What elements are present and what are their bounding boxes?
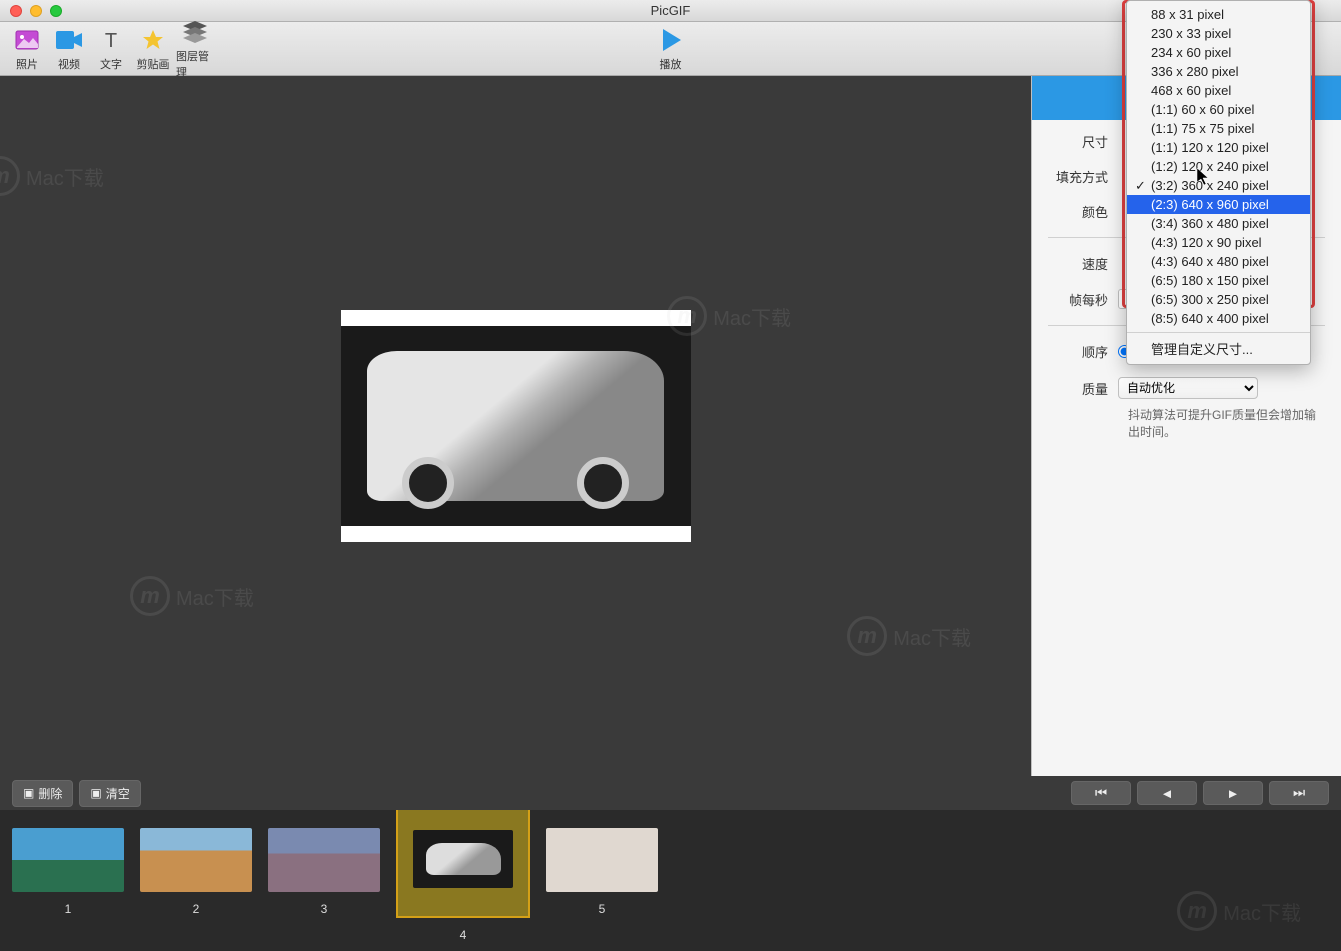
frame-number: 3 [321,902,328,916]
menu-item-size-4[interactable]: 468 x 60 pixel [1127,81,1310,100]
quality-select[interactable]: 自动优化 [1118,377,1258,399]
menu-item-size-16[interactable]: (8:5) 640 x 400 pixel [1127,309,1310,328]
clipart-label: 剪贴画 [137,56,170,72]
color-label: 颜色 [1048,202,1118,221]
thumbnail [546,828,658,892]
play-label: 播放 [660,56,682,72]
text-icon: T [97,26,125,54]
menu-item-size-7[interactable]: (1:1) 120 x 120 pixel [1127,138,1310,157]
menu-item-size-2[interactable]: 234 x 60 pixel [1127,43,1310,62]
arrow-right-icon: ► [1226,786,1239,801]
photo-label: 照片 [16,56,38,72]
frame-4-selected[interactable]: 4 [396,828,530,942]
image-content [367,351,665,501]
text-button[interactable]: T 文字 [92,18,130,80]
image-icon: ▣ [90,786,101,800]
menu-item-size-0[interactable]: 88 x 31 pixel [1127,5,1310,24]
frame-2[interactable]: 2 [140,828,252,916]
photo-icon [13,26,41,54]
first-frame-button[interactable]: ⏮ [1071,781,1131,805]
frame-number: 1 [65,902,72,916]
star-icon [139,26,167,54]
text-label: 文字 [100,56,122,72]
fill-label: 填充方式 [1048,167,1118,186]
watermark: mMac下载 [130,576,254,616]
clipart-button[interactable]: 剪贴画 [134,18,172,80]
order-label: 顺序 [1048,342,1118,361]
menu-item-size-5[interactable]: (1:1) 60 x 60 pixel [1127,100,1310,119]
frame-5[interactable]: 5 [546,828,658,916]
watermark: mMac下载 [1177,891,1301,931]
layers-icon [181,18,209,46]
canvas-frame [341,310,691,542]
photo-button[interactable]: 照片 [8,18,46,80]
action-bar: ▣ 删除 ▣ 清空 ⏮ ◄ ► ⏭ [0,776,1341,810]
menu-item-size-8[interactable]: (1:2) 120 x 240 pixel [1127,157,1310,176]
toolbar-group-left: 照片 视频 T 文字 剪贴画 图层管理 [8,18,214,80]
skip-forward-icon: ⏭ [1293,785,1305,801]
action-right: ⏮ ◄ ► ⏭ [1071,781,1329,805]
menu-item-size-6[interactable]: (1:1) 75 x 75 pixel [1127,119,1310,138]
clear-label: 清空 [106,785,130,802]
quality-label: 质量 [1048,379,1118,398]
play-icon [657,26,685,54]
maximize-window-button[interactable] [50,5,62,17]
video-button[interactable]: 视频 [50,18,88,80]
menu-item-size-14[interactable]: (6:5) 180 x 150 pixel [1127,271,1310,290]
next-frame-button[interactable]: ► [1203,781,1263,805]
size-dropdown-menu[interactable]: 88 x 31 pixel230 x 33 pixel234 x 60 pixe… [1126,0,1311,365]
menu-item-custom[interactable]: 管理自定义尺寸... [1127,337,1310,360]
frame-number: 5 [599,902,606,916]
menu-divider [1127,332,1310,333]
menu-item-size-12[interactable]: (4:3) 120 x 90 pixel [1127,233,1310,252]
size-label: 尺寸 [1048,132,1118,151]
frame-number: 4 [460,928,467,942]
last-frame-button[interactable]: ⏭ [1269,781,1329,805]
quality-row: 质量 自动优化 [1048,377,1325,399]
menu-item-size-13[interactable]: (4:3) 640 x 480 pixel [1127,252,1310,271]
prev-frame-button[interactable]: ◄ [1137,781,1197,805]
thumbnail [140,828,252,892]
menu-item-size-10[interactable]: (2:3) 640 x 960 pixel [1127,195,1310,214]
watermark: mMac下载 [847,616,971,656]
close-window-button[interactable] [10,5,22,17]
fps-label: 帧每秒 [1048,290,1118,309]
svg-text:T: T [105,30,117,51]
app-title: PicGIF [651,3,691,18]
thumbnail-selected [396,810,530,918]
delete-label: 删除 [38,785,62,802]
menu-item-size-9[interactable]: (3:2) 360 x 240 pixel [1127,176,1310,195]
video-label: 视频 [58,56,80,72]
menu-item-size-1[interactable]: 230 x 33 pixel [1127,24,1310,43]
clear-button[interactable]: ▣ 清空 [79,780,140,807]
arrow-left-icon: ◄ [1160,786,1173,801]
layers-button[interactable]: 图层管理 [176,18,214,80]
thumbnail [268,828,380,892]
menu-item-size-11[interactable]: (3:4) 360 x 480 pixel [1127,214,1310,233]
frame-number: 2 [193,902,200,916]
watermark: mMac下载 [0,156,104,196]
play-button[interactable]: 播放 [652,26,690,72]
canvas-area[interactable]: mMac下载 mMac下载 mMac下载 mMac下载 [0,76,1031,776]
frame-3[interactable]: 3 [268,828,380,916]
skip-back-icon: ⏮ [1095,785,1107,801]
frame-1[interactable]: 1 [12,828,124,916]
video-icon [55,26,83,54]
minimize-window-button[interactable] [30,5,42,17]
canvas-image [341,326,691,526]
menu-item-size-3[interactable]: 336 x 280 pixel [1127,62,1310,81]
speed-label: 速度 [1048,254,1118,273]
quality-note: 抖动算法可提升GIF质量但会增加输出时间。 [1128,407,1325,441]
timeline[interactable]: 1 2 3 4 5 mMac下载 [0,810,1341,951]
layers-label: 图层管理 [176,48,214,80]
delete-button[interactable]: ▣ 删除 [12,780,73,807]
thumbnail [12,828,124,892]
image-icon: ▣ [23,786,34,800]
traffic-lights [0,5,62,17]
action-left: ▣ 删除 ▣ 清空 [12,780,141,807]
menu-item-size-15[interactable]: (6:5) 300 x 250 pixel [1127,290,1310,309]
